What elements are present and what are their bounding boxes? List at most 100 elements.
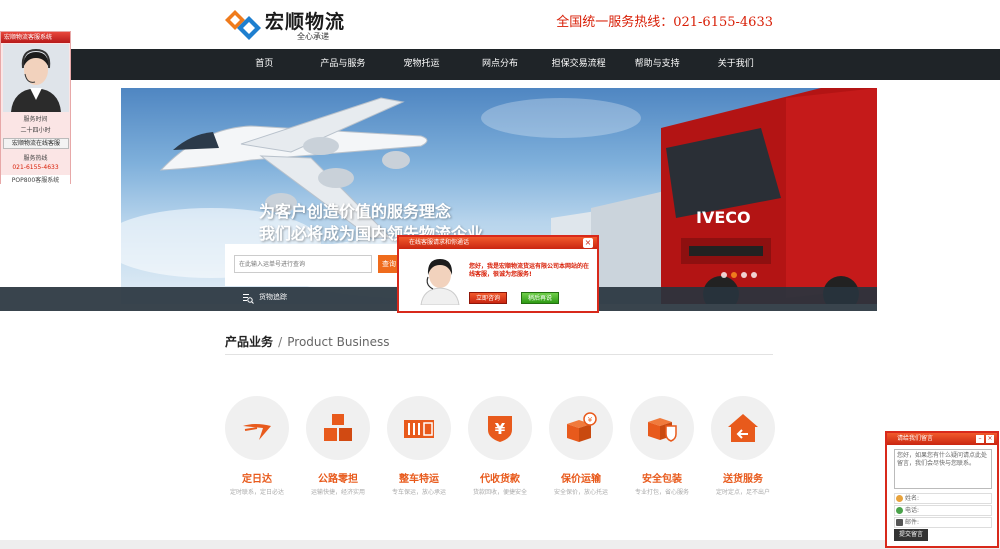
leave-message-box: 请给我们留言 – × 您好，如果您有什么疑问请点此处留言，我们会尽快与您联系。 … bbox=[885, 431, 999, 548]
product-name: 整车特运 bbox=[399, 474, 439, 485]
nav-item-pet-shipping[interactable]: 宠物托运 bbox=[382, 49, 461, 80]
close-icon[interactable]: × bbox=[986, 435, 994, 443]
section-title-cn: 产品业务 bbox=[225, 335, 274, 349]
product-desc: 定时定点，足不出户 bbox=[715, 489, 770, 496]
banner-dot[interactable] bbox=[741, 272, 747, 278]
nav-item-home[interactable]: 首页 bbox=[225, 49, 304, 80]
section-title-en: Product Business bbox=[287, 335, 390, 349]
product-name: 安全包装 bbox=[642, 474, 682, 485]
product-item-ftl[interactable]: 整车特运 专车保运，放心承运 bbox=[384, 396, 454, 500]
product-circle bbox=[711, 396, 775, 460]
site-header: 宏顺物流 全心承递 全国统一服务热线：021-6155-4633 bbox=[0, 0, 1000, 48]
product-name: 保价运输 bbox=[561, 474, 601, 485]
close-icon[interactable]: × bbox=[583, 238, 593, 248]
service-phone-label: 服务热线 bbox=[23, 155, 48, 162]
product-desc: 专车保运，放心承运 bbox=[391, 489, 446, 496]
footer-strip bbox=[0, 540, 1000, 549]
main-nav: 首页 产品与服务 宠物托运 网点分布 担保交易流程 帮助与支持 关于我们 bbox=[0, 49, 1000, 80]
phone-field[interactable]: 电话: bbox=[894, 505, 992, 516]
banner-dot[interactable] bbox=[721, 272, 727, 278]
service-system-footer[interactable]: POP800客服系统 bbox=[1, 175, 70, 184]
product-name: 定日达 bbox=[242, 474, 272, 485]
nav-item-help[interactable]: 帮助与支持 bbox=[618, 49, 697, 80]
service-hours: 二十四小时 bbox=[20, 127, 51, 134]
product-circle bbox=[387, 396, 451, 460]
mail-icon bbox=[896, 519, 903, 526]
phone-icon bbox=[896, 507, 903, 514]
product-item-delivery[interactable]: 送货服务 定时定点，足不出户 bbox=[708, 396, 778, 500]
svg-text:¥: ¥ bbox=[588, 416, 593, 424]
chat-invite-popup: 在线客服请求和你通话 × 您好，我是宏顺物流货运有限公司本网站的在线客服，很诚为… bbox=[397, 235, 599, 313]
product-desc: 运输快捷，经济实用 bbox=[310, 489, 365, 496]
accept-chat-button[interactable]: 立即咨询 bbox=[469, 292, 507, 304]
site-logo[interactable]: 宏顺物流 全心承递 bbox=[225, 7, 365, 41]
product-desc: 定时联系，定日必达 bbox=[229, 489, 284, 496]
name-field[interactable]: 姓名: bbox=[894, 493, 992, 504]
online-service-button[interactable]: 宏顺物流在线客服 bbox=[3, 138, 69, 149]
svg-text:¥: ¥ bbox=[495, 420, 506, 438]
svg-text:IVECO: IVECO bbox=[696, 208, 751, 227]
container-icon bbox=[404, 420, 434, 438]
message-textarea[interactable]: 您好，如果您有什么疑问请点此处留言，我们会尽快与您联系。 bbox=[894, 449, 992, 489]
minimize-icon[interactable]: – bbox=[976, 435, 984, 443]
product-circle: ¥ bbox=[468, 396, 532, 460]
insured-box-icon: ¥ bbox=[567, 412, 597, 442]
email-field[interactable]: 邮件: bbox=[894, 517, 992, 528]
logo-slogan: 全心承递 bbox=[297, 32, 329, 41]
tracker-tab-label: 货物追踪 bbox=[259, 293, 287, 301]
product-name: 公路零担 bbox=[318, 474, 358, 485]
section-title: 产品业务 / Product Business bbox=[225, 331, 390, 350]
tracker-box: 查询 bbox=[225, 244, 405, 286]
message-box-controls: – × bbox=[976, 435, 994, 443]
service-hours-label: 服务时间 bbox=[23, 116, 48, 123]
online-service-label: 宏顺物流在线客服 bbox=[11, 140, 60, 147]
submit-message-button[interactable]: 提交留言 bbox=[894, 529, 928, 541]
nav-item-branches[interactable]: 网点分布 bbox=[461, 49, 540, 80]
popup-title: 在线客服请求和你通话 bbox=[399, 237, 597, 249]
package-shield-icon bbox=[648, 418, 677, 442]
product-item-scheduled[interactable]: 定日达 定时联系，定日必达 bbox=[222, 396, 292, 500]
page: 宏顺物流 全心承递 全国统一服务热线：021-6155-4633 首页 产品与服… bbox=[0, 0, 1000, 549]
product-list: 定日达 定时联系，定日必达 公路零担 运输快捷，经济实用 整车特运 专车保运，放… bbox=[222, 396, 778, 500]
banner-dot[interactable] bbox=[751, 272, 757, 278]
service-agent-photo bbox=[3, 44, 69, 112]
tracker-tab[interactable]: 货物追踪 bbox=[243, 292, 287, 302]
header-hotline: 全国统一服务热线：021-6155-4633 bbox=[556, 15, 773, 30]
left-service-panel: 宏顺物流客服系统 服务时间 二十四小时 宏顺物流在线客服 服务热线 021-61… bbox=[0, 31, 71, 184]
service-phone: 021-6155-4633 bbox=[12, 164, 59, 171]
home-delivery-icon bbox=[728, 414, 758, 442]
product-item-ltl[interactable]: 公路零担 运输快捷，经济实用 bbox=[303, 396, 373, 500]
product-circle bbox=[306, 396, 370, 460]
truck-icon: IVECO bbox=[551, 88, 877, 304]
product-desc: 专业打包，省心服务 bbox=[634, 489, 689, 496]
popup-message: 您好，我是宏顺物流货运有限公司本网站的在线客服，很诚为您服务! bbox=[469, 263, 590, 278]
waybill-input[interactable] bbox=[234, 255, 372, 273]
name-field-label: 姓名: bbox=[905, 495, 920, 502]
agent-avatar-icon bbox=[3, 44, 69, 112]
later-button[interactable]: 稍后再说 bbox=[521, 292, 559, 304]
product-item-insured[interactable]: ¥ 保价运输 安全保价，放心托运 bbox=[546, 396, 616, 500]
product-desc: 货款回收，便捷安全 bbox=[472, 489, 527, 496]
left-service-title: 宏顺物流客服系统 bbox=[1, 32, 70, 43]
product-item-cod[interactable]: ¥ 代收货款 货款回收，便捷安全 bbox=[465, 396, 535, 500]
section-divider bbox=[225, 354, 773, 355]
yen-shield-icon: ¥ bbox=[488, 416, 512, 442]
swoosh-delivery-icon bbox=[243, 424, 271, 440]
section-title-separator: / bbox=[278, 335, 283, 349]
email-field-label: 邮件: bbox=[905, 519, 920, 526]
nav-item-about[interactable]: 关于我们 bbox=[696, 49, 775, 80]
banner-headline: 为客户创造价值的服务理念 bbox=[259, 202, 452, 221]
product-item-packaging[interactable]: 安全包装 专业打包，省心服务 bbox=[627, 396, 697, 500]
product-circle: ¥ bbox=[549, 396, 613, 460]
product-circle bbox=[630, 396, 694, 460]
banner-dot-active[interactable] bbox=[731, 272, 737, 278]
logo-name: 宏顺物流 bbox=[265, 11, 346, 33]
product-desc: 安全保价，放心托运 bbox=[553, 489, 608, 496]
nav-item-escrow[interactable]: 担保交易流程 bbox=[539, 49, 618, 80]
product-name: 代收货款 bbox=[480, 474, 520, 485]
phone-field-label: 电话: bbox=[905, 507, 920, 514]
nav-item-products[interactable]: 产品与服务 bbox=[304, 49, 383, 80]
user-icon bbox=[896, 495, 903, 502]
product-circle bbox=[225, 396, 289, 460]
popup-agent-photo bbox=[417, 255, 463, 305]
